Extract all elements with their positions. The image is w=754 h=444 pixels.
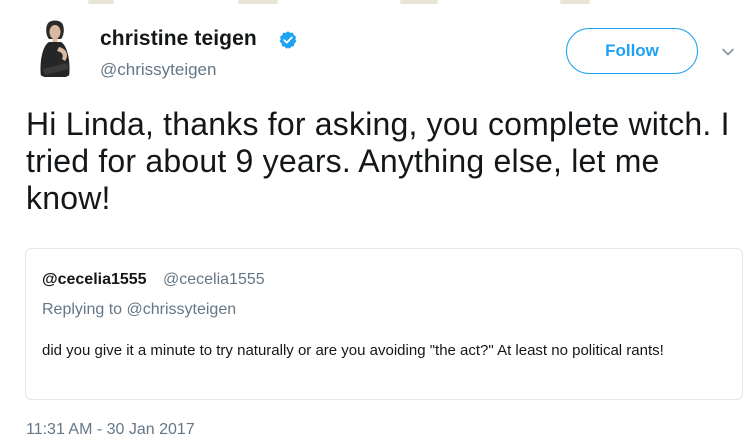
quoted-tweet-card[interactable]: @cecelia1555 @cecelia1555 Replying to @c…: [25, 248, 743, 400]
quoted-author-name: @cecelia1555: [42, 271, 147, 288]
tweet-timestamp[interactable]: 11:31 AM - 30 Jan 2017: [26, 421, 195, 439]
quoted-author-handle: @cecelia1555: [163, 271, 265, 288]
author-display-name[interactable]: christine teigen: [100, 27, 257, 51]
chevron-down-icon[interactable]: [720, 44, 736, 60]
verified-badge-icon: [279, 31, 297, 49]
avatar[interactable]: [25, 17, 85, 79]
tweet-text: Hi Linda, thanks for asking, you complet…: [26, 106, 730, 216]
author-handle[interactable]: @chrissyteigen: [100, 60, 216, 80]
cropped-top-strip: [0, 0, 754, 6]
profile-photo-icon: [25, 17, 85, 79]
quoted-tweet-text: did you give it a minute to try naturall…: [42, 342, 664, 359]
follow-button[interactable]: Follow: [566, 28, 698, 74]
replying-to-label: Replying to @chrissyteigen: [42, 301, 237, 318]
